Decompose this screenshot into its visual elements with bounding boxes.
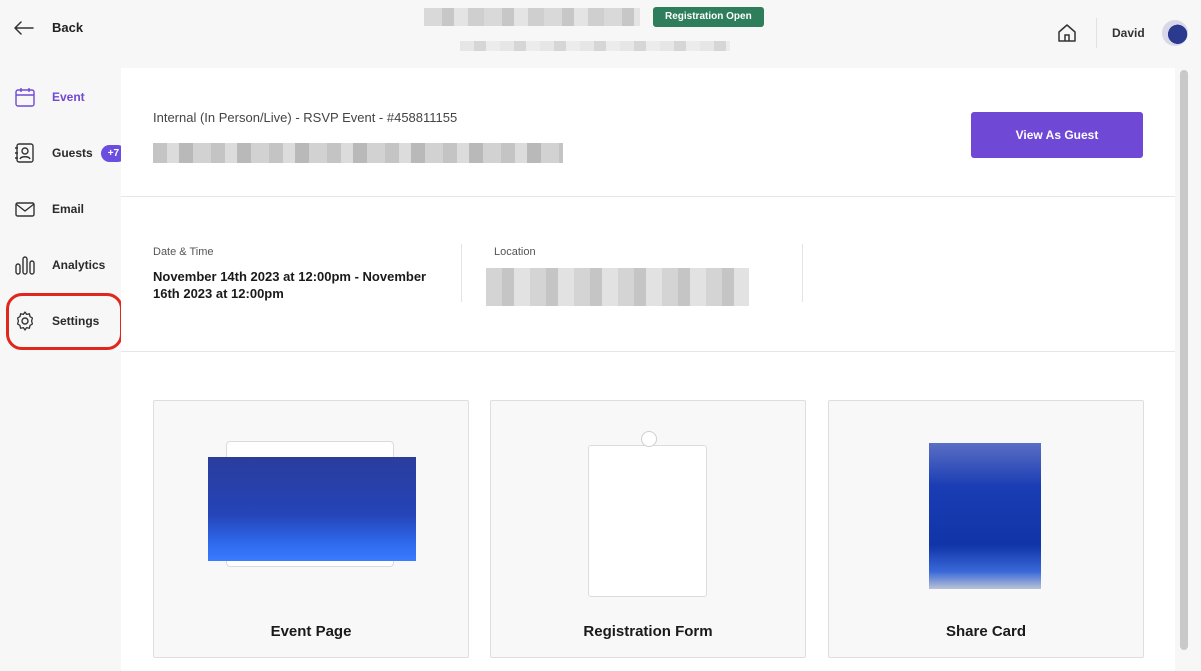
- home-icon[interactable]: [1057, 23, 1077, 43]
- clipboard-clip-icon: [641, 431, 657, 447]
- event-name-redacted: [153, 143, 563, 163]
- info-divider: [461, 244, 462, 302]
- avatar[interactable]: [1162, 20, 1188, 46]
- share-card-preview-image: [929, 443, 1041, 589]
- clipboard-illustration: [588, 445, 707, 597]
- event-subtitle-redacted: [460, 41, 730, 51]
- arrow-left-icon: [14, 20, 34, 35]
- status-badge: Registration Open: [653, 7, 764, 27]
- bar-chart-icon: [15, 256, 35, 275]
- divider: [121, 351, 1175, 352]
- sidebar-item-analytics[interactable]: Analytics: [14, 253, 105, 277]
- scrollbar[interactable]: [1180, 70, 1188, 650]
- sidebar-item-label: Email: [52, 202, 85, 216]
- date-time-value: November 14th 2023 at 12:00pm - November…: [153, 269, 427, 301]
- contacts-icon: [15, 143, 34, 163]
- sidebar-item-label: Event: [52, 90, 85, 104]
- card-title: Event Page: [270, 623, 352, 640]
- sidebar-item-guests[interactable]: Guests +7: [14, 141, 127, 165]
- event-page-card[interactable]: Event Page: [153, 400, 469, 658]
- view-as-guest-button[interactable]: View As Guest: [971, 112, 1143, 158]
- card-title: Share Card: [945, 623, 1027, 640]
- card-title: Registration Form: [583, 623, 713, 640]
- sidebar-item-email[interactable]: Email: [14, 197, 84, 221]
- event-page-preview-image: [208, 457, 416, 561]
- event-overview-panel: Internal (In Person/Live) - RSVP Event -…: [121, 68, 1175, 671]
- sidebar-item-label: Analytics: [52, 258, 106, 272]
- user-name[interactable]: David: [1112, 26, 1145, 40]
- sidebar-item-label: Guests: [52, 146, 93, 160]
- mail-icon: [15, 202, 35, 217]
- date-time-label: Date & Time: [153, 246, 214, 258]
- top-bar: Back Registration Open David: [0, 0, 1201, 66]
- back-button[interactable]: Back: [14, 20, 83, 35]
- calendar-icon: [15, 88, 35, 107]
- sidebar-item-event[interactable]: Event: [14, 85, 85, 109]
- settings-highlight-annotation: [6, 293, 123, 350]
- event-type-line: Internal (In Person/Live) - RSVP Event -…: [153, 110, 458, 125]
- back-label: Back: [52, 20, 84, 35]
- header-divider: [1096, 18, 1097, 48]
- divider: [121, 196, 1175, 197]
- event-title-redacted: [424, 8, 640, 26]
- location-label: Location: [494, 246, 536, 258]
- registration-form-card[interactable]: Registration Form: [490, 400, 806, 658]
- location-value-redacted: [486, 268, 749, 306]
- sidebar: Event Guests +7 Email Analytics Settings: [0, 66, 127, 671]
- share-card-card[interactable]: Share Card: [828, 400, 1144, 658]
- info-divider: [802, 244, 803, 302]
